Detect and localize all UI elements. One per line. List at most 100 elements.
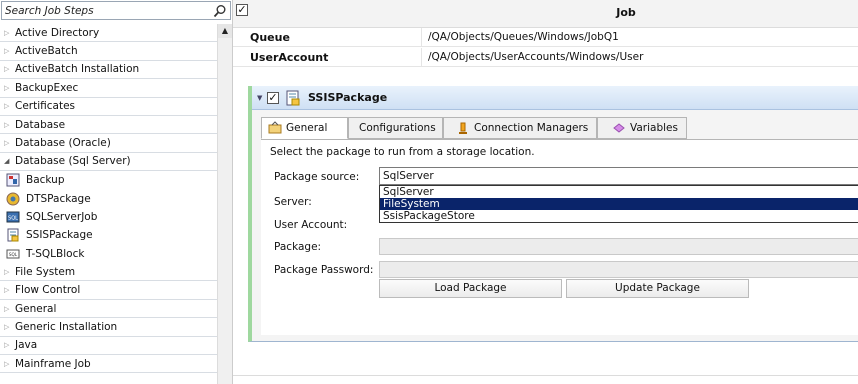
expand-triangle-icon[interactable]: ▷ (4, 341, 15, 349)
svg-text:SQL: SQL (8, 216, 18, 222)
category-label: Database (Sql Server) (15, 155, 131, 168)
category-label: File System (15, 265, 76, 278)
tab-configurations[interactable]: Configurations (348, 117, 443, 139)
category-flow-control[interactable]: ▷ Flow Control (0, 281, 217, 300)
category-database-sql-server[interactable]: ◢ Database (Sql Server) (0, 152, 217, 172)
package-source-dropdown[interactable]: SqlServer FileSystem SsisPackageStore (379, 185, 858, 223)
tab-label: Connection Managers (474, 122, 589, 134)
scroll-up-arrow-icon[interactable]: ▲ (218, 24, 232, 38)
category-label: Database (15, 118, 66, 131)
expand-triangle-icon[interactable]: ▷ (4, 47, 15, 55)
tab-label: Variables (630, 122, 678, 134)
dropdown-option-filesystem[interactable]: FileSystem (380, 198, 858, 210)
package-password-label: Package Password: (274, 264, 374, 276)
category-activebatch-installation[interactable]: ▷ ActiveBatch Installation (0, 60, 217, 80)
package-password-field[interactable] (379, 261, 858, 278)
job-header-title: Job (616, 6, 636, 19)
category-label: ActiveBatch (15, 45, 78, 58)
expand-triangle-icon[interactable]: ▷ (4, 29, 15, 37)
property-name: UserAccount (250, 51, 329, 64)
collapse-triangle-icon[interactable]: ◢ (4, 157, 15, 165)
dropdown-option-sqlserver[interactable]: SqlServer (380, 186, 858, 198)
ssis-package-icon (7, 228, 19, 242)
category-label: Java (15, 339, 38, 352)
property-value[interactable]: /QA/Objects/UserAccounts/Windows/User (428, 51, 643, 63)
job-header: ✓ Job (233, 0, 858, 28)
category-general[interactable]: ▷ General (0, 299, 217, 319)
ssis-step-panel: ▼ ✓ SSISPackage General Configurations C… (248, 86, 858, 342)
step-item-sqlserverjob[interactable]: SQL SQLServerJob (0, 208, 217, 226)
step-title-bar[interactable]: ▼ ✓ SSISPackage (252, 86, 858, 110)
category-activebatch[interactable]: ▷ ActiveBatch (0, 42, 217, 61)
step-item-label: DTSPackage (26, 192, 91, 205)
category-file-system[interactable]: ▷ File System (0, 263, 217, 282)
category-database[interactable]: ▷ Database (0, 115, 217, 135)
property-name: Queue (250, 31, 290, 44)
category-label: Active Directory (15, 26, 100, 39)
category-label: BackupExec (15, 81, 79, 94)
expand-triangle-icon[interactable]: ▷ (4, 305, 15, 313)
update-package-button[interactable]: Update Package (566, 279, 749, 298)
expand-triangle-icon[interactable]: ▷ (4, 102, 15, 110)
expand-triangle-icon[interactable]: ▷ (4, 121, 15, 129)
connection-managers-icon (459, 122, 467, 134)
category-mainframe-job[interactable]: ▷ Mainframe Job (0, 355, 217, 374)
step-item-ssispackage[interactable]: SSISPackage (0, 226, 217, 244)
step-item-label: T-SQLBlock (26, 247, 85, 260)
package-source-select[interactable]: SqlServer (379, 167, 858, 185)
step-item-t-sqlblock[interactable]: SQL T-SQLBlock (0, 245, 217, 263)
bottom-divider (233, 375, 858, 376)
dts-package-icon (6, 192, 20, 206)
category-label: General (15, 302, 57, 315)
backup-icon (6, 173, 20, 187)
expand-triangle-icon[interactable]: ▷ (4, 65, 15, 73)
variables-icon (613, 123, 625, 133)
general-tab-icon (268, 121, 282, 134)
property-value[interactable]: /QA/Objects/Queues/Windows/JobQ1 (428, 31, 619, 43)
property-row-queue: Queue /QA/Objects/Queues/Windows/JobQ1 (233, 28, 858, 47)
job-step-list: ▷ Active Directory ▷ ActiveBatch ▷ ActiveBa… (0, 24, 217, 374)
expand-triangle-icon[interactable]: ▷ (4, 139, 15, 147)
step-item-label: Backup (26, 174, 65, 187)
t-sql-block-icon: SQL (6, 249, 20, 259)
step-item-label: SQLServerJob (26, 211, 98, 224)
expand-triangle-icon[interactable]: ▷ (4, 323, 15, 331)
category-label: Mainframe Job (15, 357, 91, 370)
tab-label: Configurations (359, 122, 436, 134)
step-title: SSISPackage (308, 91, 388, 104)
tab-connection-managers[interactable]: Connection Managers (443, 117, 597, 139)
server-label: Server: (274, 196, 312, 208)
instruction-text: Select the package to run from a storage… (270, 146, 535, 158)
property-divider (421, 48, 422, 67)
expand-triangle-icon[interactable]: ▷ (4, 286, 15, 294)
category-active-directory[interactable]: ▷ Active Directory (0, 24, 217, 43)
tab-variables[interactable]: Variables (597, 117, 687, 139)
category-java[interactable]: ▷ Java (0, 336, 217, 356)
load-package-button[interactable]: Load Package (379, 279, 562, 298)
package-source-label: Package source: (274, 171, 360, 183)
sql-server-job-icon: SQL (6, 211, 20, 223)
step-item-dtspackage[interactable]: DTSPackage (0, 190, 217, 208)
step-item-label: SSISPackage (26, 229, 93, 242)
category-label: Flow Control (15, 284, 81, 297)
search-icon[interactable] (213, 4, 227, 18)
category-label: Generic Installation (15, 320, 118, 333)
dropdown-option-ssispackagestore[interactable]: SsisPackageStore (380, 210, 858, 222)
tab-general[interactable]: General (261, 117, 348, 139)
category-generic-installation[interactable]: ▷ Generic Installation (0, 318, 217, 337)
step-enabled-checkbox[interactable]: ✓ (267, 92, 279, 104)
expand-triangle-icon[interactable]: ▷ (4, 360, 15, 368)
search-box[interactable] (1, 1, 231, 20)
expand-triangle-icon[interactable]: ▷ (4, 268, 15, 276)
package-field[interactable] (379, 238, 858, 255)
search-input[interactable] (5, 4, 205, 18)
expand-triangle-icon[interactable]: ▷ (4, 84, 15, 92)
collapse-triangle-icon[interactable]: ▼ (257, 94, 262, 102)
category-database-oracle[interactable]: ▷ Database (Oracle) (0, 134, 217, 153)
property-divider (421, 28, 422, 47)
category-backupexec[interactable]: ▷ BackupExec (0, 79, 217, 98)
sidebar-scrollbar[interactable]: ▲ (217, 24, 232, 384)
general-tab-content: Select the package to run from a storage… (261, 139, 858, 335)
category-certificates[interactable]: ▷ Certificates (0, 97, 217, 116)
step-item-backup[interactable]: Backup (0, 171, 217, 189)
